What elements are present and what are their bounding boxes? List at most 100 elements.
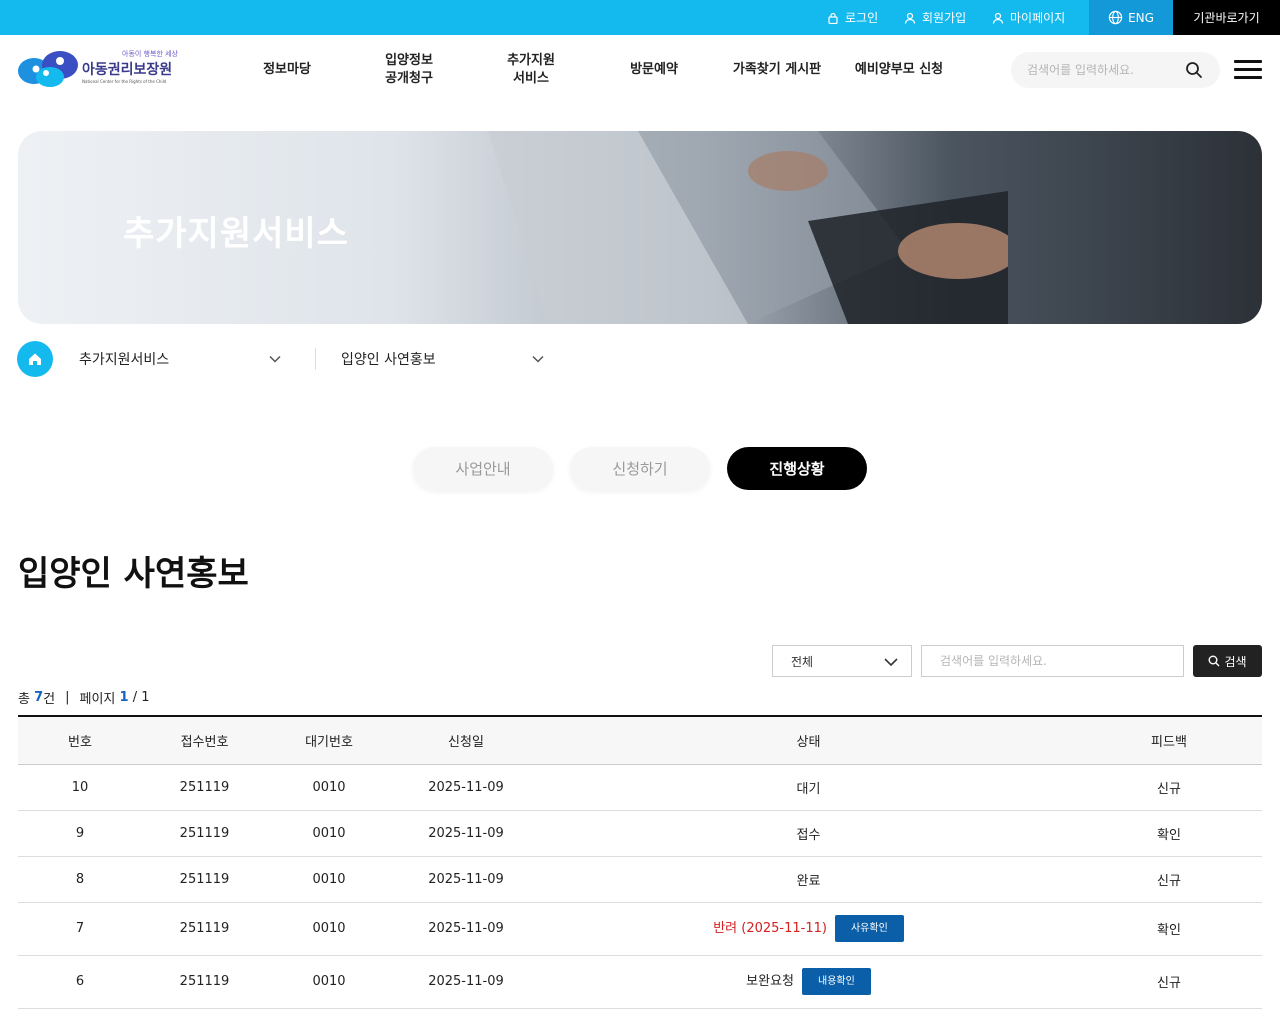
top-utility-bar: 로그인 회원가입 마이페이지 ENG 기관바로가기 <box>0 0 1280 35</box>
col-wait-number: 대기번호 <box>267 716 391 765</box>
cell-apply-date: 2025-11-09 <box>391 955 541 1009</box>
state-detail-button[interactable]: 사유확인 <box>834 915 904 942</box>
cell-apply-date: 2025-11-09 <box>391 764 541 811</box>
total-count: 총 7건 | 페이지 1 / 1 <box>18 688 150 707</box>
table-row[interactable]: 6 251119 0010 2025-11-09 보완요청 내용확인 신규 <box>18 955 1262 1009</box>
page-total: / 1 <box>132 689 150 705</box>
chevron-down-icon[interactable] <box>531 352 545 366</box>
cell-state: 반려 (2025-11-11) 사유확인 <box>541 902 1076 956</box>
tab-apply-label: 신청하기 <box>612 460 668 478</box>
cell-receipt-number: 251119 <box>142 810 267 857</box>
gnb-visit-reservation-label: 방문예약 <box>630 62 678 77</box>
home-icon[interactable] <box>17 341 53 377</box>
state-text: 접수 <box>796 827 821 843</box>
house-icon <box>29 353 41 365</box>
hamburger-menu-icon[interactable] <box>1234 60 1262 80</box>
state-text: 대기 <box>796 781 821 797</box>
user-icon <box>992 12 1004 24</box>
tab-business-info[interactable]: 사업안내 <box>413 447 553 490</box>
gnb-info-label: 정보마당 <box>263 62 311 77</box>
cell-state: 완료 <box>541 856 1076 903</box>
search-category-select[interactable]: 전체 <box>772 645 912 677</box>
tab-progress[interactable]: 진행상황 <box>727 447 867 490</box>
cell-feedback: 확인 <box>1076 902 1262 956</box>
table-row[interactable]: 10 251119 0010 2025-11-09 대기 신규 <box>18 764 1262 811</box>
gnb-prospective-parent-label: 예비양부모 신청 <box>854 62 944 77</box>
site-logo[interactable]: 아동이 행복한 세상 아동권리보장원 National Center for t… <box>16 47 178 91</box>
breadcrumb-depth2-label: 입양인 사연홍보 <box>341 352 436 368</box>
eng-button[interactable]: ENG <box>1089 0 1173 35</box>
gnb-additional-service[interactable]: 추가지원 서비스 <box>491 52 571 88</box>
count-prefix: 총 <box>18 691 30 707</box>
gnb-family-search-label: 가족찾기 게시판 <box>732 62 822 77</box>
laptop-image <box>488 131 1008 324</box>
header-search-input[interactable] <box>1027 60 1177 80</box>
gnb-info[interactable]: 정보마당 <box>247 52 327 88</box>
cell-wait-number: 0010 <box>267 810 391 857</box>
logo-mark-icon <box>18 51 78 87</box>
mypage-link[interactable]: 마이페이지 <box>992 0 1065 35</box>
board-search-input[interactable] <box>922 646 1183 676</box>
cell-receipt-number: 251119 <box>142 955 267 1009</box>
cell-receipt-number: 251119 <box>142 902 267 956</box>
gnb-prospective-parent-apply[interactable]: 예비양부모 신청 <box>843 52 955 88</box>
cell-number: 7 <box>18 902 142 956</box>
mypage-label: 마이페이지 <box>1010 11 1066 25</box>
cell-receipt-number: 251119 <box>142 764 267 811</box>
cell-apply-date: 2025-11-09 <box>391 810 541 857</box>
gnb-visit-reservation[interactable]: 방문예약 <box>614 52 694 88</box>
cell-apply-date: 2025-11-09 <box>391 856 541 903</box>
col-state: 상태 <box>541 716 1076 765</box>
search-category-value: 전체 <box>791 654 814 669</box>
login-link[interactable]: 로그인 <box>827 0 878 35</box>
cell-feedback: 신규 <box>1076 764 1262 811</box>
board-search-field <box>921 645 1184 677</box>
cell-number: 10 <box>18 764 142 811</box>
cell-wait-number: 0010 <box>267 764 391 811</box>
join-link[interactable]: 회원가입 <box>904 0 966 35</box>
count-total: 7 <box>34 689 44 705</box>
header-search <box>1011 52 1220 88</box>
board-search-button[interactable]: 검색 <box>1193 645 1262 677</box>
search-icon <box>1208 655 1220 667</box>
search-icon[interactable] <box>1185 61 1203 79</box>
gnb-adoption-info-label: 입양정보 공개청구 <box>385 53 433 86</box>
sub-visual-banner: 추가지원서비스 <box>18 131 1262 324</box>
table-row[interactable]: 8 251119 0010 2025-11-09 완료 신규 <box>18 856 1262 903</box>
cell-apply-date: 2025-11-09 <box>391 902 541 956</box>
eng-label: ENG <box>1128 10 1154 25</box>
agency-shortcut-label: 기관바로가기 <box>1193 11 1260 25</box>
breadcrumb-depth1[interactable]: 추가지원서비스 <box>79 348 169 370</box>
progress-table: 번호 접수번호 대기번호 신청일 상태 피드백 10 251119 0010 2025… <box>18 715 1262 1009</box>
cell-number: 6 <box>18 955 142 1009</box>
col-number: 번호 <box>18 716 142 765</box>
state-detail-button[interactable]: 내용확인 <box>802 968 871 995</box>
gnb-adoption-info-request[interactable]: 입양정보 공개청구 <box>369 52 449 88</box>
page-current: 1 <box>119 689 129 705</box>
page-label: 페이지 <box>79 691 116 707</box>
table-row[interactable]: 7 251119 0010 2025-11-09 반려 (2025-11-11) 사유확인… <box>18 902 1262 956</box>
cell-wait-number: 0010 <box>267 955 391 1009</box>
board-search-label: 검색 <box>1224 654 1247 669</box>
table-row[interactable]: 9 251119 0010 2025-11-09 접수 확인 <box>18 810 1262 857</box>
tab-apply[interactable]: 신청하기 <box>570 447 710 490</box>
agency-shortcut-button[interactable]: 기관바로가기 <box>1173 0 1280 35</box>
cell-state: 접수 <box>541 810 1076 857</box>
breadcrumb-depth2[interactable]: 입양인 사연홍보 <box>341 348 436 370</box>
lock-icon <box>828 12 838 24</box>
table-header-row: 번호 접수번호 대기번호 신청일 상태 피드백 <box>18 716 1262 765</box>
gnb-family-search-board[interactable]: 가족찾기 게시판 <box>721 52 833 88</box>
count-separator: | <box>65 689 70 705</box>
breadcrumb-depth1-label: 추가지원서비스 <box>79 352 170 368</box>
logo-slogan: 아동이 행복한 세상 <box>122 50 178 58</box>
cell-number: 9 <box>18 810 142 857</box>
globe-icon <box>1108 10 1123 25</box>
cell-wait-number: 0010 <box>267 902 391 956</box>
login-label: 로그인 <box>845 11 879 25</box>
logo-name: 아동권리보장원 <box>82 62 173 78</box>
col-apply-date: 신청일 <box>391 716 541 765</box>
cell-wait-number: 0010 <box>267 856 391 903</box>
count-suffix: 건 <box>43 691 56 707</box>
state-text: 반려 (2025-11-11) <box>713 921 827 936</box>
chevron-down-icon[interactable] <box>268 352 282 366</box>
